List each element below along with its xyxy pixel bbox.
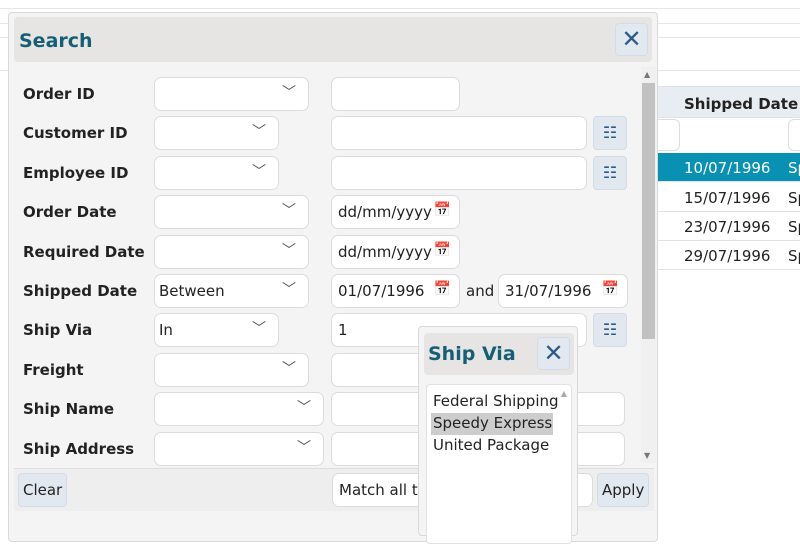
operator-select[interactable]: ﹀: [154, 234, 309, 269]
value-input[interactable]: dd/mm/yyyy 📅: [331, 234, 460, 269]
list-icon: ☷: [602, 162, 618, 182]
operator-select[interactable]: ﹀: [154, 77, 309, 111]
scrollbar[interactable]: ▲ ▼: [641, 67, 656, 463]
operator-value: In: [159, 321, 173, 340]
chevron-down-icon: ﹀: [252, 163, 266, 180]
operator-select[interactable]: ﹀: [154, 431, 324, 466]
ship-via-popup: Ship Via ✕ Federal Shipping Speedy Expre…: [418, 326, 578, 544]
clear-button[interactable]: Clear: [18, 473, 68, 507]
operator-value: Between: [159, 282, 225, 300]
value-text: 31/07/1996: [505, 282, 592, 300]
field-label: Ship Name: [23, 400, 115, 419]
value-input[interactable]: dd/mm/yyyy 📅: [331, 195, 460, 230]
popup-close-button[interactable]: ✕: [537, 337, 570, 370]
field-label: Ship Via: [23, 321, 93, 340]
field-label: Freight: [23, 360, 84, 379]
cell-shipped-date: 29/07/1996: [684, 247, 771, 265]
field-row: Employee ID ﹀ ☷: [9, 155, 649, 190]
field-row: Customer ID ﹀ ☷: [9, 116, 649, 151]
chevron-down-icon: ﹀: [282, 360, 296, 377]
list-icon: ☷: [602, 123, 618, 143]
field-label: Customer ID: [23, 124, 128, 143]
field-label: Required Date: [23, 242, 145, 261]
chevron-down-icon: ﹀: [297, 400, 311, 417]
scroll-up-icon[interactable]: ▲: [561, 389, 567, 398]
cell-ship-via: Sp: [788, 189, 800, 207]
field-row: Shipped Date Between ﹀ 01/07/1996 📅 and 31/07/…: [9, 274, 649, 308]
calendar-icon[interactable]: 📅: [602, 281, 619, 297]
value-input[interactable]: [331, 77, 460, 111]
value-text: dd/mm/yyyy: [338, 242, 432, 261]
grid-row[interactable]: 23/07/1996 Sp: [640, 212, 800, 241]
grid-filter-row: [640, 118, 800, 152]
apply-button[interactable]: Apply: [597, 473, 650, 507]
field-label: Order Date: [23, 203, 117, 222]
field-label: Shipped Date: [23, 282, 138, 300]
list-option[interactable]: Speedy Express: [431, 413, 553, 435]
value-text: dd/mm/yyyy: [338, 203, 432, 222]
value-input[interactable]: 01/07/1996 📅: [331, 274, 460, 308]
field-label: Order ID: [23, 85, 95, 103]
chevron-down-icon: ﹀: [297, 439, 311, 456]
grid-row[interactable]: 10/07/1996 Sp: [640, 153, 800, 182]
value-input[interactable]: [331, 116, 587, 151]
cell-ship-via: Sp: [788, 218, 800, 236]
chevron-down-icon: ﹀: [282, 282, 296, 298]
field-label: Employee ID: [23, 163, 129, 182]
grid-row[interactable]: 29/07/1996 Sp: [640, 241, 800, 270]
operator-select[interactable]: ﹀: [154, 352, 309, 387]
dialog-header: Search ✕: [14, 17, 652, 62]
chevron-down-icon: ﹀: [282, 203, 296, 220]
operator-select[interactable]: ﹀: [154, 392, 324, 427]
popup-header: Ship Via ✕: [424, 333, 574, 375]
cell-shipped-date: 10/07/1996: [684, 159, 771, 177]
chevron-down-icon: ﹀: [252, 321, 266, 338]
operator-select[interactable]: ﹀: [154, 116, 279, 151]
list-option[interactable]: Federal Shipping: [431, 391, 559, 413]
value-input[interactable]: [331, 155, 587, 190]
list-picker-button[interactable]: ☷: [593, 116, 627, 151]
popup-title: Ship Via: [428, 343, 516, 365]
calendar-icon[interactable]: 📅: [434, 281, 451, 297]
cell-ship-via: Sp: [788, 247, 800, 265]
list-picker-button[interactable]: ☷: [593, 313, 627, 348]
field-row: Order Date ﹀ dd/mm/yyyy 📅: [9, 195, 649, 230]
close-icon: ✕: [543, 339, 564, 367]
field-label: Ship Address: [23, 439, 135, 458]
cell-ship-via: Sp: [788, 159, 800, 177]
chevron-down-icon: ﹀: [252, 124, 266, 141]
value-input-2[interactable]: 31/07/1996 📅: [498, 274, 628, 308]
calendar-icon[interactable]: 📅: [434, 242, 451, 258]
chevron-down-icon: ﹀: [282, 242, 296, 259]
grid-header-shipped-date[interactable]: Shipped Date Sh: [640, 86, 800, 118]
operator-select[interactable]: In ﹀: [154, 313, 279, 348]
cell-shipped-date: 15/07/1996: [684, 189, 771, 207]
operator-select[interactable]: ﹀: [154, 195, 309, 230]
field-row: Order ID ﹀: [9, 77, 649, 111]
operator-select[interactable]: ﹀: [154, 155, 279, 190]
grid-row[interactable]: 15/07/1996 Sp: [640, 183, 800, 212]
filter-input-ship-via[interactable]: [788, 119, 800, 151]
list-picker-button[interactable]: ☷: [593, 155, 627, 190]
chevron-down-icon: ﹀: [282, 85, 296, 101]
close-button[interactable]: ✕: [615, 23, 648, 56]
scroll-up-icon[interactable]: ▲: [644, 70, 650, 79]
cell-shipped-date: 23/07/1996: [684, 218, 771, 236]
calendar-icon[interactable]: 📅: [434, 202, 451, 218]
field-row: Required Date ﹀ dd/mm/yyyy 📅: [9, 234, 649, 269]
divider: [0, 8, 800, 9]
scroll-down-icon[interactable]: ▼: [644, 451, 650, 460]
list-icon: ☷: [602, 320, 618, 340]
value-text: 01/07/1996: [338, 282, 425, 300]
operator-select[interactable]: Between ﹀: [154, 274, 309, 308]
value-text: 1: [338, 321, 348, 340]
close-icon: ✕: [621, 25, 642, 53]
dialog-title: Search: [19, 30, 93, 52]
scrollbar-thumb[interactable]: [642, 83, 655, 339]
and-label: and: [466, 282, 495, 300]
match-select-value: Match all th: [339, 481, 428, 499]
list-option[interactable]: United Package: [431, 435, 553, 457]
ship-via-listbox[interactable]: Federal Shipping Speedy Express United P…: [426, 384, 572, 544]
